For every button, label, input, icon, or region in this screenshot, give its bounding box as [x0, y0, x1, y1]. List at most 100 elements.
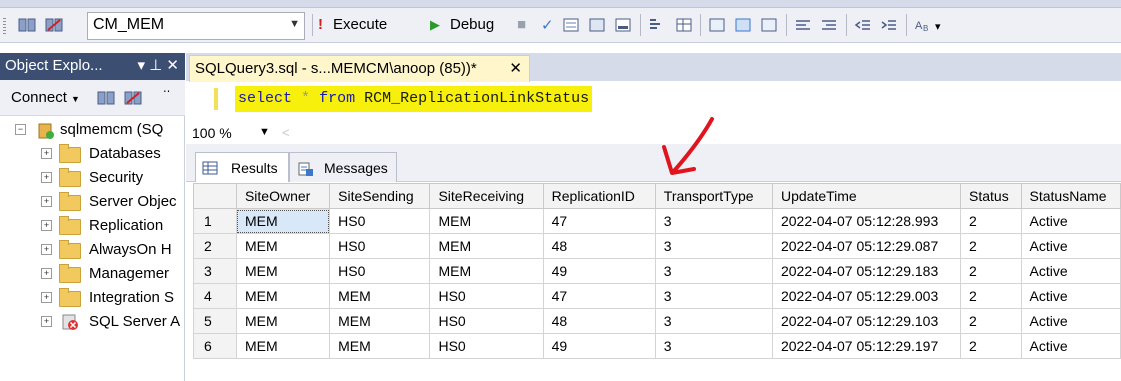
- execute-button[interactable]: Execute: [333, 16, 387, 33]
- tab-results[interactable]: Results: [195, 152, 289, 183]
- table-cell[interactable]: 2: [960, 208, 1022, 234]
- table-cell[interactable]: MEM: [329, 283, 431, 309]
- table-cell[interactable]: MEM: [235, 258, 331, 284]
- table-cell[interactable]: 2022-04-07 05:12:29.103: [771, 308, 962, 334]
- tab-messages[interactable]: Messages: [289, 152, 397, 183]
- expand-icon[interactable]: +: [41, 172, 52, 183]
- table-cell[interactable]: 2: [960, 258, 1022, 284]
- table-cell[interactable]: HS0: [429, 333, 544, 359]
- include-plan-icon[interactable]: [614, 17, 632, 33]
- table-cell[interactable]: MEM: [329, 308, 431, 334]
- column-header[interactable]: SiteOwner: [235, 183, 331, 209]
- specify-values-icon[interactable]: [760, 17, 778, 33]
- close-icon[interactable]: ✕: [509, 59, 522, 77]
- column-header[interactable]: StatusName: [1020, 183, 1121, 209]
- table-cell[interactable]: MEM: [235, 283, 331, 309]
- query-tab[interactable]: SQLQuery3.sql - s...MEMCM\anoop (85))* ✕: [189, 55, 530, 82]
- connect-button[interactable]: Connect ▼: [11, 89, 80, 106]
- table-cell[interactable]: 49: [542, 258, 656, 284]
- table-cell[interactable]: MEM: [235, 333, 331, 359]
- tree-node-management[interactable]: + Managemer: [0, 264, 184, 286]
- toolbar-grip[interactable]: [3, 18, 6, 34]
- column-header[interactable]: TransportType: [654, 183, 773, 209]
- zoom-level[interactable]: 100 %: [192, 125, 232, 141]
- overflow-icon[interactable]: ‥: [163, 82, 170, 95]
- table-cell[interactable]: MEM: [429, 208, 544, 234]
- query-options-icon[interactable]: [588, 17, 606, 33]
- row-number[interactable]: 6: [193, 333, 237, 359]
- expand-icon[interactable]: +: [41, 316, 52, 327]
- collapse-icon[interactable]: −: [15, 124, 26, 135]
- table-cell[interactable]: 3: [654, 233, 773, 259]
- disconnect-db-icon[interactable]: [45, 17, 63, 33]
- tree-node-sql-agent[interactable]: + SQL Server A: [0, 312, 184, 334]
- column-header[interactable]: Status: [960, 183, 1022, 209]
- debug-button[interactable]: Debug: [450, 16, 494, 33]
- table-cell[interactable]: 3: [654, 333, 773, 359]
- tree-node-security[interactable]: + Security: [0, 168, 184, 190]
- expand-icon[interactable]: +: [41, 196, 52, 207]
- results-grid[interactable]: SiteOwner SiteSending SiteReceiving Repl…: [186, 182, 1121, 381]
- column-header[interactable]: SiteReceiving: [429, 183, 544, 209]
- results-to-grid-icon[interactable]: [675, 17, 693, 33]
- row-number[interactable]: 2: [193, 233, 237, 259]
- table-cell[interactable]: MEM: [235, 308, 331, 334]
- disconnect-db-icon[interactable]: [124, 90, 142, 106]
- expand-icon[interactable]: +: [41, 244, 52, 255]
- chevron-down-icon[interactable]: ▼: [259, 126, 270, 138]
- expand-icon[interactable]: +: [41, 268, 52, 279]
- parse-check-icon[interactable]: ✓: [541, 16, 554, 34]
- expand-icon[interactable]: +: [41, 220, 52, 231]
- column-header[interactable]: UpdateTime: [771, 183, 962, 209]
- table-cell[interactable]: HS0: [329, 208, 431, 234]
- corner-header[interactable]: [193, 183, 237, 209]
- tree-node-server-objects[interactable]: + Server Objec: [0, 192, 184, 214]
- connect-db-icon[interactable]: [18, 17, 36, 33]
- tree-node-integration[interactable]: + Integration S: [0, 288, 184, 310]
- table-cell[interactable]: MEM: [329, 333, 431, 359]
- table-cell[interactable]: MEM: [235, 208, 331, 234]
- expand-icon[interactable]: +: [41, 292, 52, 303]
- comment-icon[interactable]: [708, 17, 726, 33]
- table-cell[interactable]: 47: [542, 208, 656, 234]
- table-cell[interactable]: 2: [960, 308, 1022, 334]
- table-cell[interactable]: 2: [960, 283, 1022, 309]
- table-cell[interactable]: 2: [960, 233, 1022, 259]
- align-left-icon[interactable]: [794, 17, 812, 33]
- table-cell[interactable]: 3: [654, 208, 773, 234]
- tree-node-replication[interactable]: + Replication: [0, 216, 184, 238]
- column-header[interactable]: ReplicationID: [542, 183, 656, 209]
- table-cell[interactable]: 2022-04-07 05:12:29.087: [771, 233, 962, 259]
- table-cell[interactable]: 2022-04-07 05:12:29.197: [771, 333, 962, 359]
- increase-indent-icon[interactable]: [880, 17, 898, 33]
- tree-node-alwayson[interactable]: + AlwaysOn H: [0, 240, 184, 262]
- table-cell[interactable]: 3: [654, 308, 773, 334]
- table-cell[interactable]: 2022-04-07 05:12:29.183: [771, 258, 962, 284]
- table-cell[interactable]: HS0: [429, 308, 544, 334]
- table-cell[interactable]: Active: [1020, 258, 1121, 284]
- table-cell[interactable]: HS0: [329, 233, 431, 259]
- tree-node-databases[interactable]: + Databases: [0, 144, 184, 166]
- panel-controls[interactable]: ▾ ⊥ ✕: [138, 56, 180, 74]
- row-number[interactable]: 3: [193, 258, 237, 284]
- table-cell[interactable]: 49: [542, 333, 656, 359]
- stop-icon[interactable]: ■: [517, 16, 526, 33]
- row-number[interactable]: 5: [193, 308, 237, 334]
- table-cell[interactable]: 3: [654, 283, 773, 309]
- table-cell[interactable]: 2022-04-07 05:12:28.993: [771, 208, 962, 234]
- table-cell[interactable]: Active: [1020, 283, 1121, 309]
- display-plan-icon[interactable]: [562, 17, 580, 33]
- table-cell[interactable]: MEM: [235, 233, 331, 259]
- results-to-text-icon[interactable]: [648, 17, 666, 33]
- table-cell[interactable]: Active: [1020, 308, 1121, 334]
- table-cell[interactable]: MEM: [429, 233, 544, 259]
- table-cell[interactable]: HS0: [329, 258, 431, 284]
- scroll-left-icon[interactable]: <: [282, 125, 290, 140]
- table-cell[interactable]: MEM: [429, 258, 544, 284]
- row-number[interactable]: 4: [193, 283, 237, 309]
- overflow-chevron-icon[interactable]: ▾: [935, 20, 941, 33]
- table-cell[interactable]: 48: [542, 308, 656, 334]
- table-cell[interactable]: 47: [542, 283, 656, 309]
- sql-statement[interactable]: select * from RCM_ReplicationLinkStatus: [235, 86, 593, 112]
- table-cell[interactable]: 2022-04-07 05:12:29.003: [771, 283, 962, 309]
